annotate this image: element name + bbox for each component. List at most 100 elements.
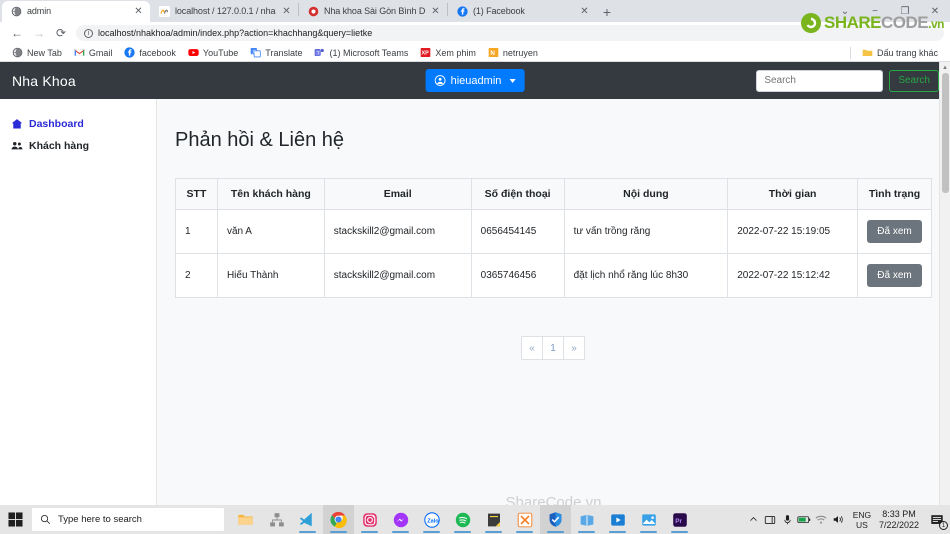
bookmark-youtube[interactable]: YouTube [182,45,244,61]
app-brand[interactable]: Nha Khoa [12,73,76,89]
bookmark-divider [849,46,851,59]
battery-icon[interactable] [796,505,813,534]
book-icon[interactable] [571,505,602,534]
system-tray: ENG US 8:33 PM 7/22/2022 1 [745,505,950,534]
screen-cast-icon[interactable] [762,505,779,534]
pagination-next[interactable]: » [563,336,585,360]
notification-center-button[interactable]: 1 [924,505,950,534]
users-icon [11,142,23,150]
bookmark-gmail[interactable]: Gmail [68,45,119,61]
cell-email: stackskill2@gmail.com [323,209,472,254]
cell-name: văn A [216,209,325,254]
close-icon[interactable]: ✕ [920,0,950,22]
user-menu-label: hieuadmin [450,74,502,87]
taskbar-search-box[interactable]: Type here to search [32,508,224,531]
user-menu-button[interactable]: hieuadmin [425,69,525,92]
status-button[interactable]: Đã xem [867,264,922,287]
language-indicator[interactable]: ENG US [850,510,874,530]
bookmark-new-tab[interactable]: New Tab [6,45,68,61]
bookmark-translate[interactable]: 文 Translate [244,45,308,61]
browser-tab-admin[interactable]: admin ✕ [2,1,150,22]
svg-text:Pr: Pr [675,517,682,524]
tab-close-icon[interactable]: ✕ [281,6,292,17]
cell-content: đặt lịch nhổ răng lúc 8h30 [563,253,729,298]
tab-close-icon[interactable]: ✕ [579,6,590,17]
bookmark-facebook[interactable]: facebook [118,45,182,61]
chrome-icon[interactable] [323,505,354,534]
teams-icon: T [315,48,325,57]
network-icon[interactable] [261,505,292,534]
table-body: 1 văn A stackskill2@gmail.com 0656454145… [175,209,932,298]
browser-tab-phpmyadmin[interactable]: localhost / 127.0.0.1 / nhakhoa | ✕ [150,1,298,22]
other-bookmarks[interactable]: Dấu trang khác [849,45,944,61]
scroll-up-icon[interactable]: ▲ [940,62,950,73]
windows-icon [7,512,23,527]
chevron-down-icon[interactable]: ⌄ [830,0,860,22]
bookmarks-bar: New Tab Gmail facebook YouTube 文 Transla… [0,44,950,62]
photos-icon[interactable] [633,505,664,534]
window-controls: ⌄ − ❐ ✕ [830,0,950,22]
messenger-icon[interactable] [385,505,416,534]
gmail-icon [74,49,85,56]
site-info-icon[interactable]: i [84,28,93,38]
folder-icon [862,49,873,56]
sidebar-item-khach-hang[interactable]: Khách hàng [0,135,156,157]
svg-text:Zalo: Zalo [427,518,439,524]
start-button[interactable] [0,505,30,534]
tray-chevron-up-icon[interactable] [745,505,762,534]
back-icon[interactable]: ← [6,22,28,44]
wifi-icon[interactable] [813,505,830,534]
premiere-icon[interactable]: Pr [664,505,695,534]
tab-close-icon[interactable]: ✕ [133,6,144,17]
bookmark-netruyen[interactable]: N netruyen [482,45,544,61]
bookmark-label: Translate [265,47,303,58]
search-button[interactable]: Search [889,69,939,92]
file-explorer-icon[interactable] [230,505,261,534]
new-tab-button[interactable]: + [596,1,618,22]
address-bar[interactable]: i localhost/nhakhoa/admin/index.php?acti… [76,25,944,41]
youtube-icon [188,49,199,56]
microphone-icon[interactable] [779,505,796,534]
vscode-icon[interactable] [292,505,323,534]
zalo-icon[interactable]: Zalo [416,505,447,534]
cell-status: Đã xem [857,209,932,254]
browser-tab-nhakhoa[interactable]: Nha khoa Sài Gòn Bình Dương - ✕ [299,1,447,22]
scrollbar-thumb[interactable] [942,73,949,193]
instagram-icon[interactable] [354,505,385,534]
sidebar-item-dashboard[interactable]: Dashboard [0,113,156,135]
windows-defender-icon[interactable] [540,505,571,534]
bookmark-xem-phim[interactable]: XP Xem phim [414,45,482,61]
table-header-row: STT Tên khách hàng Email Số điện thoại N… [175,178,932,210]
spotify-icon[interactable] [447,505,478,534]
status-button[interactable]: Đã xem [867,220,922,243]
cell-time: 2022-07-22 15:12:42 [727,253,858,298]
cell-time: 2022-07-22 15:19:05 [727,209,858,254]
minimize-icon[interactable]: − [860,0,890,22]
tab-close-icon[interactable]: ✕ [430,6,441,17]
clock[interactable]: 8:33 PM 7/22/2022 [879,509,919,531]
bookmark-label: Xem phim [435,47,476,58]
notepad-icon[interactable] [478,505,509,534]
xampp-icon[interactable] [509,505,540,534]
pagination-prev[interactable]: « [521,336,543,360]
forward-icon[interactable]: → [28,22,50,44]
bookmark-label: netruyen [502,47,538,58]
bookmark-label: New Tab [27,47,62,58]
other-bookmarks-item[interactable]: Dấu trang khác [856,45,944,61]
reload-icon[interactable]: ⟳ [50,22,72,44]
globe-icon [12,47,23,58]
col-tinh-trang: Tình trạng [857,178,932,210]
bookmark-label: facebook [139,47,176,58]
page-scrollbar[interactable]: ▲ [939,62,950,505]
pagination-page-1[interactable]: 1 [542,336,564,360]
maximize-icon[interactable]: ❐ [890,0,920,22]
col-ten-khach-hang: Tên khách hàng [216,178,325,210]
search-input[interactable] [756,69,884,92]
browser-tab-facebook[interactable]: (1) Facebook ✕ [448,1,596,22]
bookmark-microsoft-teams[interactable]: T (1) Microsoft Teams [308,45,414,61]
media-player-icon[interactable] [602,505,633,534]
web-page: Nha Khoa hieuadmin Search Search Dashboa… [0,62,950,505]
page-title: Phản hồi & Liên hệ [175,129,345,151]
volume-icon[interactable] [830,505,847,534]
facebook-icon [457,6,468,17]
